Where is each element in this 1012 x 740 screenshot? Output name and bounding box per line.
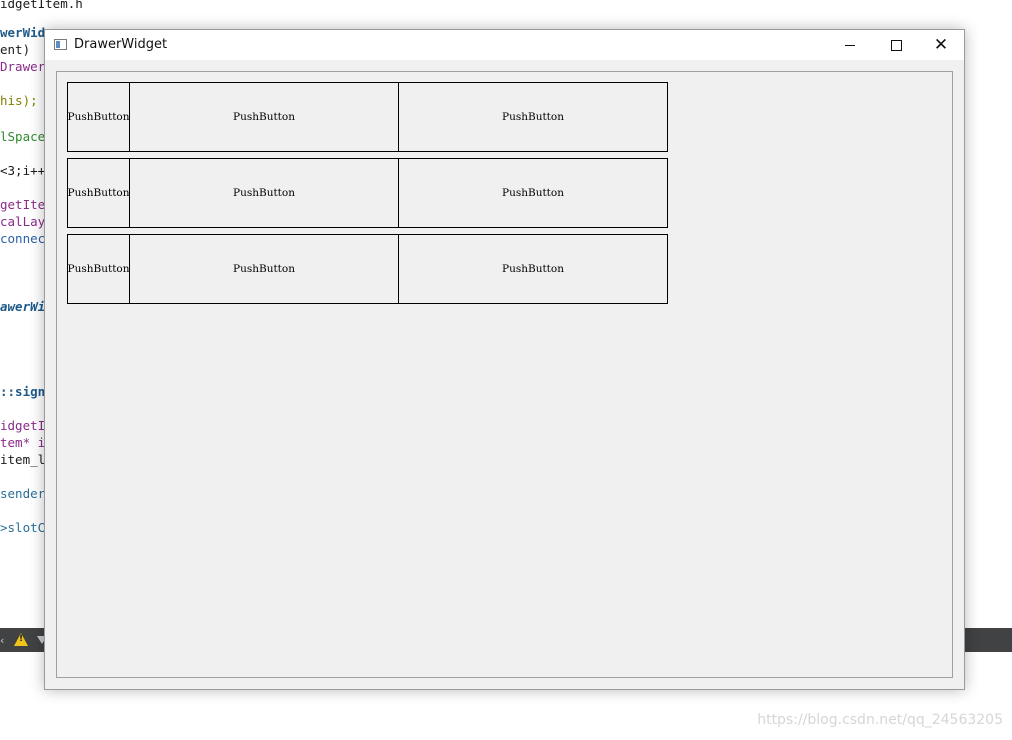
warning-icon[interactable]: [14, 633, 28, 646]
push-button-r3-c1[interactable]: PushButton: [67, 234, 130, 304]
title-bar[interactable]: DrawerWidget ✕: [45, 30, 964, 60]
app-window-icon: [54, 39, 67, 50]
push-button-r3-c2[interactable]: PushButton: [129, 234, 399, 304]
minimize-icon: [845, 44, 855, 46]
maximize-button[interactable]: [873, 30, 919, 60]
code-line: sender: [0, 486, 46, 501]
close-icon: ✕: [933, 34, 949, 55]
drawer-widget-window: DrawerWidget ✕ PushButton PushButton Pus…: [44, 29, 965, 690]
code-line: calLay: [0, 214, 46, 229]
push-button-r2-c3[interactable]: PushButton: [398, 158, 668, 228]
code-line: lSpace: [0, 129, 46, 144]
code-line: his);: [0, 93, 38, 108]
client-area: PushButton PushButton PushButton PushBut…: [56, 71, 953, 678]
chevron-left-icon[interactable]: ‹: [0, 634, 4, 647]
code-line: idgetI: [0, 418, 46, 433]
minimize-button[interactable]: [827, 30, 873, 60]
code-line: ent): [0, 42, 31, 57]
push-button-r2-c1[interactable]: PushButton: [67, 158, 130, 228]
code-line: getIte: [0, 197, 46, 212]
code-line: awerWi: [0, 299, 46, 314]
code-line: tem* i: [0, 435, 46, 450]
watermark: https://blog.csdn.net/qq_24563205: [757, 712, 1003, 728]
close-button[interactable]: ✕: [918, 30, 964, 60]
code-line: <3;i++: [0, 163, 46, 178]
push-button-r2-c2[interactable]: PushButton: [129, 158, 399, 228]
push-button-r1-c1[interactable]: PushButton: [67, 82, 130, 152]
window-title: DrawerWidget: [74, 37, 168, 52]
maximize-icon: [890, 39, 902, 51]
push-button-r1-c3[interactable]: PushButton: [398, 82, 668, 152]
code-line: >slotC: [0, 520, 46, 535]
code-line: Drawer: [0, 59, 46, 74]
push-button-r3-c3[interactable]: PushButton: [398, 234, 668, 304]
code-line: item_l: [0, 452, 46, 467]
code-line: ::sign: [0, 384, 46, 399]
code-line: werWid: [0, 25, 46, 40]
code-line: idgetItem.h: [0, 0, 83, 11]
code-line: connec: [0, 231, 46, 246]
push-button-r1-c2[interactable]: PushButton: [129, 82, 399, 152]
